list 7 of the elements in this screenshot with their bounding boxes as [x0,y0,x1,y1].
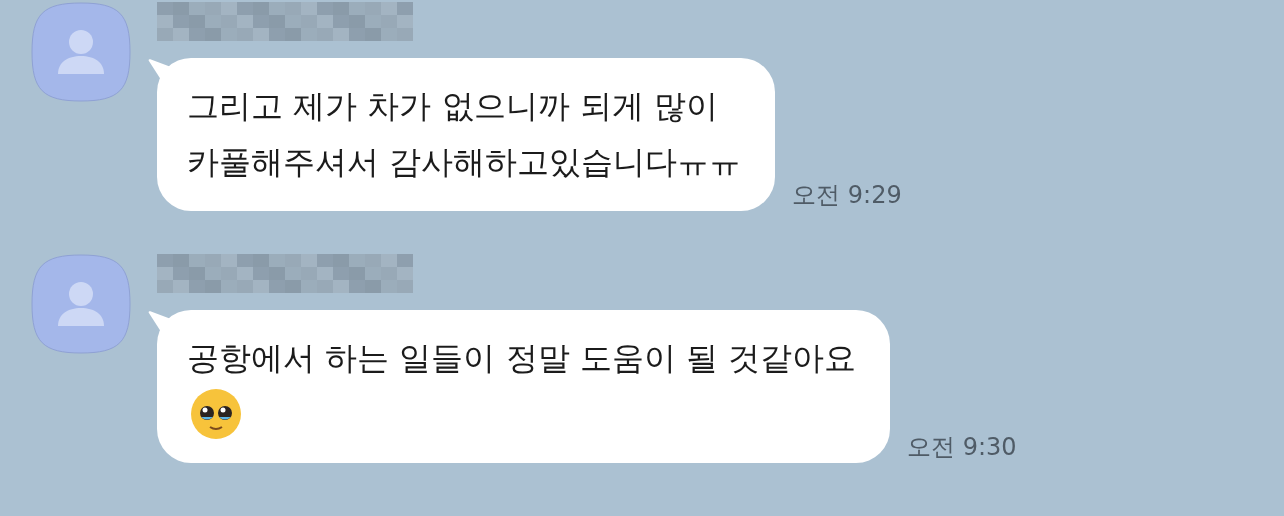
avatar-icon[interactable] [31,2,131,102]
message-text: 그리고 제가 차가 없으니까 되게 많이 [187,86,719,127]
message-text: 공항에서 하는 일들이 정말 도움이 될 것같아요 [187,338,857,379]
message-time: 오전 9:30 [907,432,1017,463]
avatar-icon[interactable] [31,254,131,354]
message-time: 오전 9:29 [792,180,902,211]
message-text: 카풀해주셔서 감사해하고있습니다ㅠㅠ [187,142,742,183]
